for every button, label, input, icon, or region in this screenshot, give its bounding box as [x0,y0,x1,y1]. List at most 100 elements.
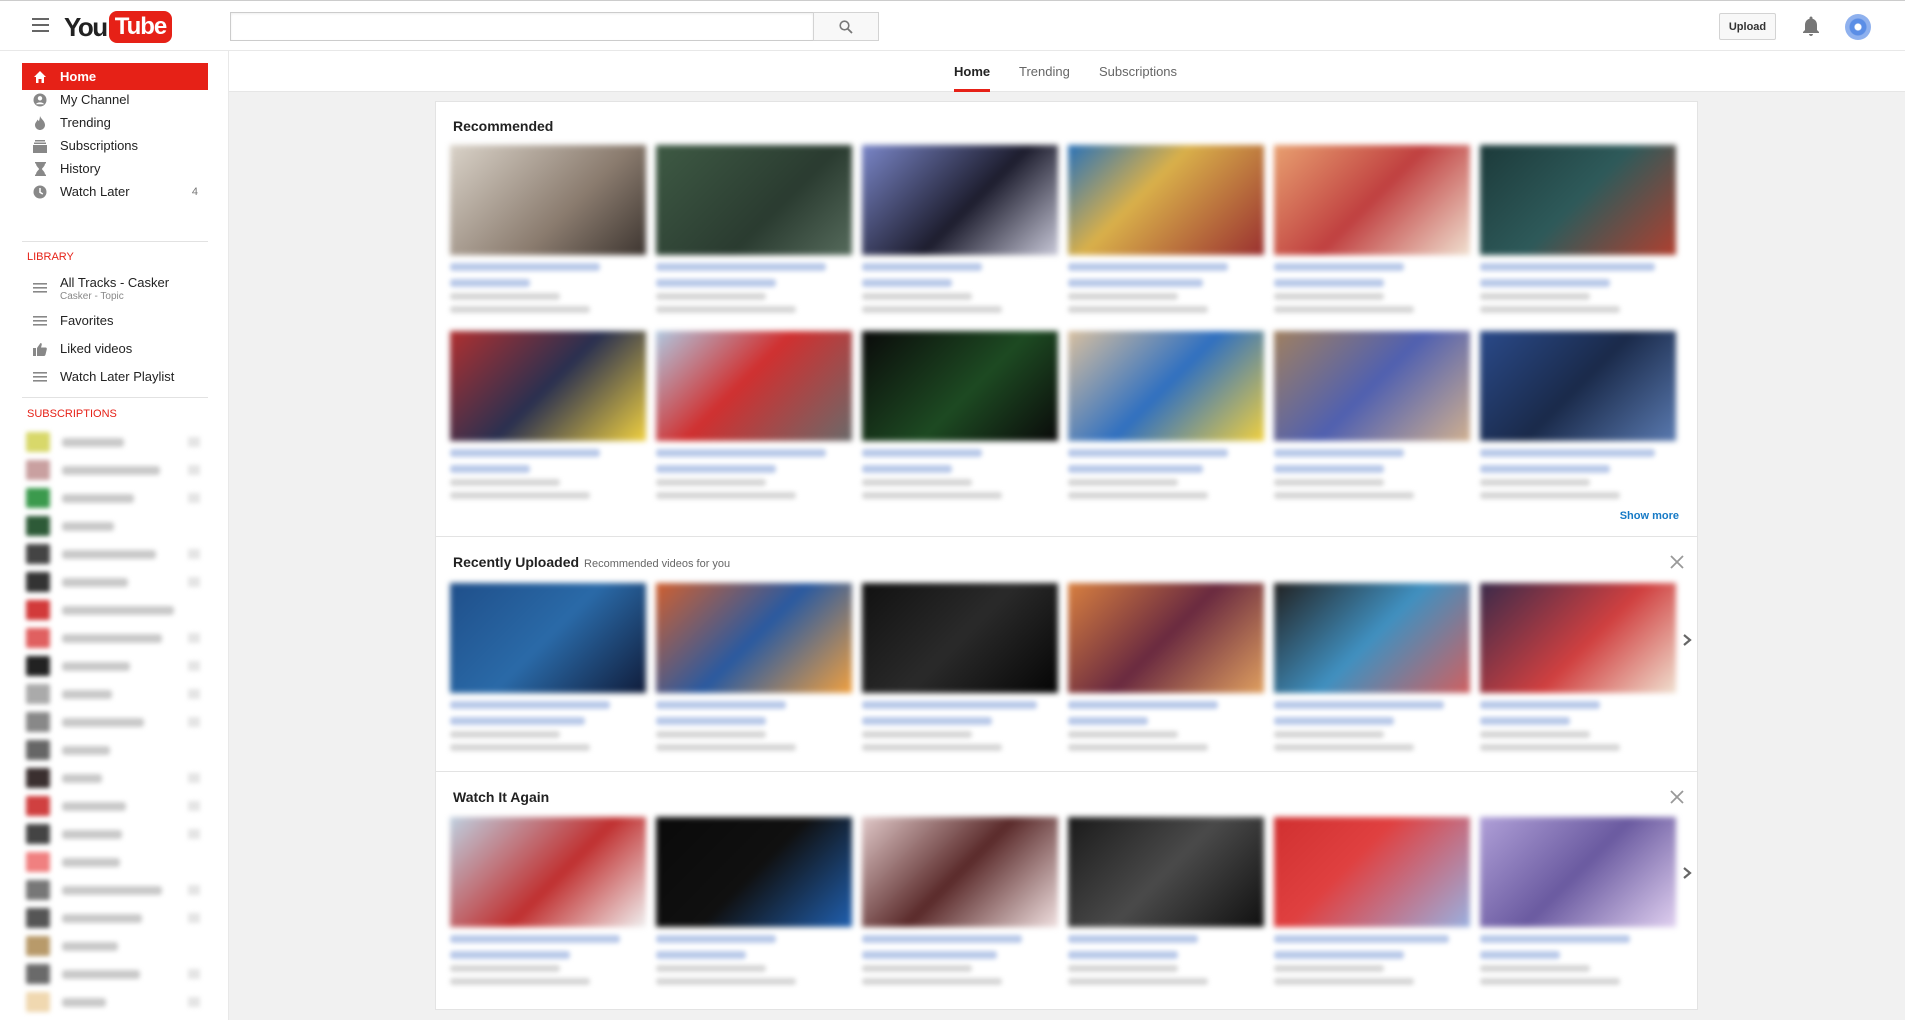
subscription-channel[interactable] [26,543,206,565]
video-title[interactable] [1274,717,1394,725]
video-title[interactable] [450,465,530,473]
video-title[interactable] [1480,449,1655,457]
search-button[interactable] [813,12,879,41]
video-thumbnail[interactable] [1068,331,1264,441]
subscription-channel[interactable] [26,459,206,481]
video-card[interactable] [1068,583,1264,753]
tab-home[interactable]: Home [954,51,991,92]
video-card[interactable] [1480,817,1676,987]
video-title[interactable] [862,263,982,271]
search-input[interactable] [231,13,813,40]
video-title[interactable] [1068,263,1228,271]
video-title[interactable] [656,717,766,725]
video-thumbnail[interactable] [656,817,852,927]
video-title[interactable] [1480,951,1560,959]
video-title[interactable] [1068,717,1148,725]
close-icon[interactable] [1669,789,1685,805]
video-title[interactable] [450,449,600,457]
video-title[interactable] [862,449,982,457]
video-thumbnail[interactable] [450,331,646,441]
video-thumbnail[interactable] [1068,817,1264,927]
video-title[interactable] [1068,935,1198,943]
video-title[interactable] [656,263,826,271]
video-title[interactable] [1274,701,1444,709]
video-title[interactable] [1068,449,1228,457]
menu-icon[interactable] [32,18,49,32]
subscription-channel[interactable] [26,431,206,453]
video-title[interactable] [1068,701,1218,709]
subscription-channel[interactable] [26,907,206,929]
video-title[interactable] [656,701,786,709]
video-card[interactable] [862,817,1058,987]
video-thumbnail[interactable] [862,817,1058,927]
video-title[interactable] [1480,465,1610,473]
video-card[interactable] [1274,331,1470,501]
video-card[interactable] [1274,145,1470,315]
video-title[interactable] [450,263,600,271]
video-thumbnail[interactable] [862,145,1058,255]
video-thumbnail[interactable] [656,145,852,255]
video-title[interactable] [656,449,826,457]
video-title[interactable] [450,717,585,725]
close-icon[interactable] [1669,554,1685,570]
subscription-channel[interactable] [26,963,206,985]
sidebar-item-all-tracks-casker[interactable]: All Tracks - Casker Casker - Topic [22,272,208,304]
subscription-channel[interactable] [26,627,206,649]
subscription-channel[interactable] [26,739,206,761]
show-more-link[interactable]: Show more [1620,510,1679,522]
video-thumbnail[interactable] [1480,145,1676,255]
video-thumbnail[interactable] [1274,583,1470,693]
subscription-channel[interactable] [26,515,206,537]
video-card[interactable] [656,331,852,501]
subscription-channel[interactable] [26,655,206,677]
video-thumbnail[interactable] [1068,145,1264,255]
video-card[interactable] [450,331,646,501]
video-thumbnail[interactable] [862,583,1058,693]
video-thumbnail[interactable] [1274,145,1470,255]
video-title[interactable] [1068,465,1203,473]
video-card[interactable] [1480,583,1676,753]
video-title[interactable] [656,935,776,943]
video-thumbnail[interactable] [1068,583,1264,693]
video-title[interactable] [656,951,746,959]
subscription-channel[interactable] [26,991,206,1013]
video-thumbnail[interactable] [1274,331,1470,441]
video-title[interactable] [1274,951,1404,959]
video-card[interactable] [1068,817,1264,987]
video-title[interactable] [1480,717,1570,725]
video-title[interactable] [1274,263,1404,271]
subscription-channel[interactable] [26,711,206,733]
video-thumbnail[interactable] [450,583,646,693]
tab-subscriptions[interactable]: Subscriptions [1099,51,1177,92]
sidebar-item-liked-videos[interactable]: Liked videos [22,335,208,362]
video-card[interactable] [450,817,646,987]
video-thumbnail[interactable] [656,583,852,693]
youtube-logo[interactable]: You Tube [64,11,173,43]
video-thumbnail[interactable] [1480,331,1676,441]
video-title[interactable] [450,951,570,959]
video-card[interactable] [1480,331,1676,501]
subscription-channel[interactable] [26,879,206,901]
video-card[interactable] [1480,145,1676,315]
subscription-channel[interactable] [26,935,206,957]
video-card[interactable] [862,145,1058,315]
video-card[interactable] [862,331,1058,501]
video-card[interactable] [1274,817,1470,987]
video-thumbnail[interactable] [1480,817,1676,927]
tab-trending[interactable]: Trending [1019,51,1070,92]
video-thumbnail[interactable] [450,817,646,927]
video-title[interactable] [1480,935,1630,943]
avatar[interactable] [1845,14,1871,40]
video-card[interactable] [450,145,646,315]
sidebar-item-watch-later[interactable]: Watch Later 4 [22,178,208,205]
video-title[interactable] [1274,279,1384,287]
video-thumbnail[interactable] [1274,817,1470,927]
video-title[interactable] [656,465,776,473]
video-card[interactable] [656,817,852,987]
video-title[interactable] [1274,449,1404,457]
video-title[interactable] [450,701,610,709]
video-title[interactable] [1274,465,1384,473]
video-title[interactable] [862,279,952,287]
video-card[interactable] [450,583,646,753]
subscription-channel[interactable] [26,599,206,621]
